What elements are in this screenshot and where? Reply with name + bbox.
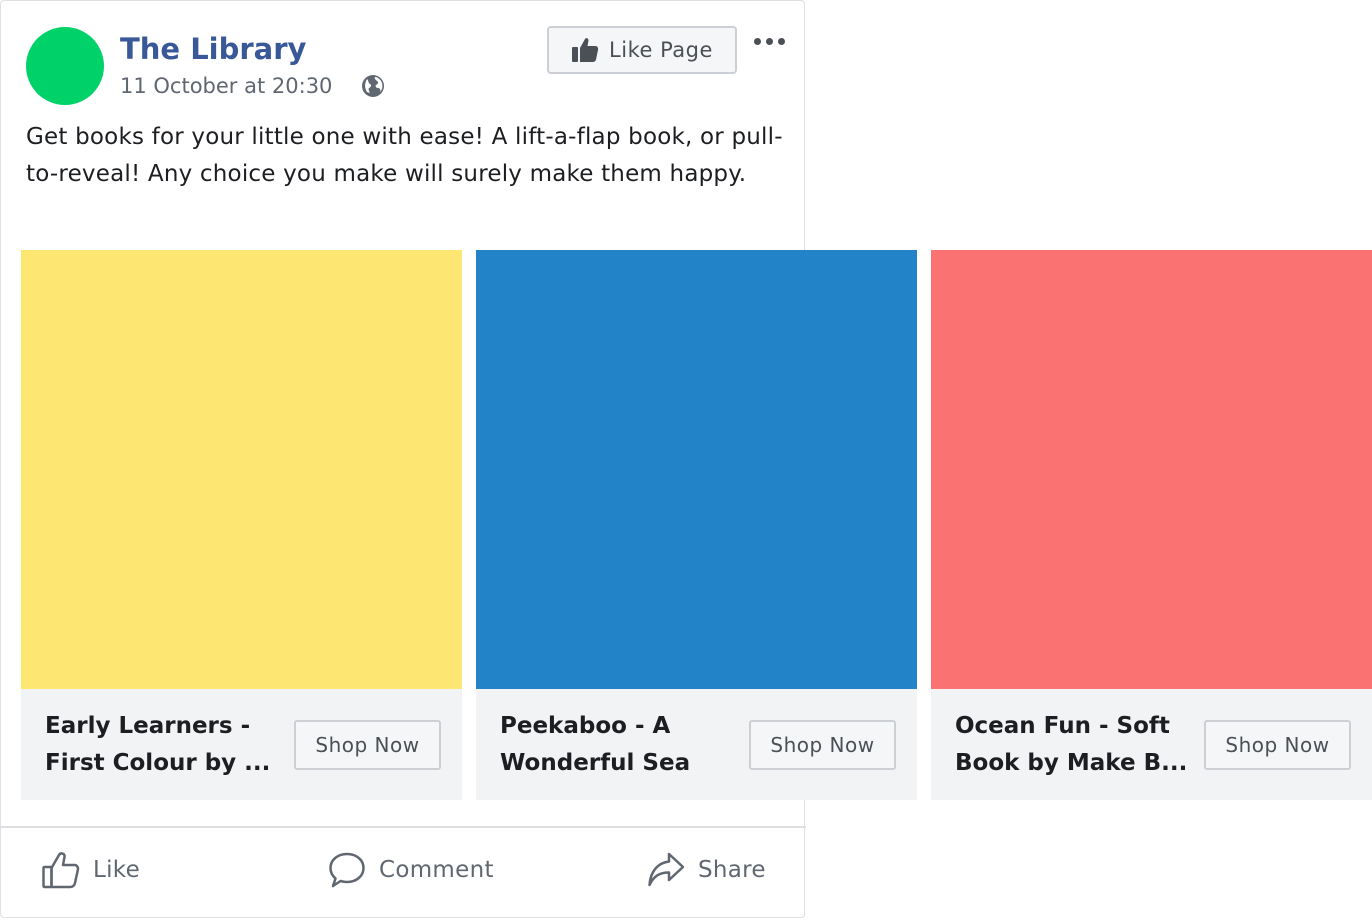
product-title[interactable]: Early Learners - First Colour by ...: [45, 708, 285, 782]
shop-now-button[interactable]: Shop Now: [1204, 720, 1351, 770]
like-page-label: Like Page: [609, 38, 713, 62]
like-action-button[interactable]: Like: [41, 846, 140, 894]
product-title[interactable]: Peekaboo - A Wonderful Sea: [500, 708, 740, 782]
post-text: Get books for your little one with ease!…: [26, 124, 783, 187]
shop-now-button[interactable]: Shop Now: [749, 720, 896, 770]
carousel-card[interactable]: Early Learners - First Colour by ... Sho…: [21, 250, 462, 800]
comment-action-label: Comment: [379, 857, 494, 883]
comment-action-button[interactable]: Comment: [327, 846, 494, 894]
product-image[interactable]: [476, 250, 917, 689]
speech-bubble-icon: [329, 852, 365, 888]
product-image[interactable]: [931, 250, 1372, 689]
globe-icon: [362, 75, 384, 97]
product-title[interactable]: Ocean Fun - Soft Book by Make B...: [955, 708, 1195, 782]
actions-divider: [1, 826, 806, 828]
like-action-label: Like: [93, 857, 141, 883]
product-image[interactable]: [21, 250, 462, 689]
like-page-button[interactable]: Like Page: [547, 26, 737, 74]
shop-now-button[interactable]: Shop Now: [294, 720, 441, 770]
carousel-card[interactable]: Ocean Fun - Soft Book by Make B... Shop …: [931, 250, 1372, 800]
more-options-icon[interactable]: [749, 29, 789, 53]
share-action-label: Share: [698, 857, 766, 883]
carousel-card[interactable]: Peekaboo - A Wonderful Sea Shop Now: [476, 250, 917, 800]
share-arrow-icon: [648, 852, 685, 887]
post-timestamp[interactable]: 11 October at 20:30: [120, 71, 332, 101]
share-action-button[interactable]: Share: [646, 846, 766, 894]
page-name-link[interactable]: The Library: [120, 29, 306, 69]
thumbs-up-icon: [572, 38, 599, 62]
thumbs-up-outline-icon: [42, 852, 80, 889]
page-avatar[interactable]: [26, 27, 104, 105]
